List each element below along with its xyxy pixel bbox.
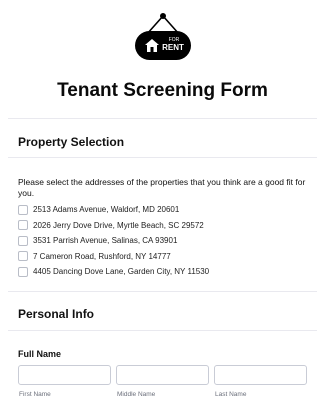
property-question: Please select the addresses of the prope… xyxy=(18,177,306,198)
property-option-label: 4405 Dancing Dove Lane, Garden City, NY … xyxy=(33,267,210,277)
property-option[interactable]: 3531 Parrish Avenue, Salinas, CA 93901 xyxy=(18,233,313,249)
divider xyxy=(8,157,317,158)
first-name-sublabel: First Name xyxy=(19,391,51,398)
divider xyxy=(8,291,317,292)
personal-section-title: Personal Info xyxy=(18,307,95,321)
last-name-sublabel: Last Name xyxy=(215,391,247,398)
property-section-title: Property Selection xyxy=(18,135,125,149)
form-title: Tenant Screening Form xyxy=(57,80,268,101)
divider xyxy=(8,118,317,119)
property-option[interactable]: 2513 Adams Avenue, Waldorf, MD 20601 xyxy=(18,202,313,218)
property-option[interactable]: 4405 Dancing Dove Lane, Garden City, NY … xyxy=(18,264,313,280)
property-option-label: 7 Cameron Road, Rushford, NY 14777 xyxy=(33,251,171,261)
property-option[interactable]: 2026 Jerry Dove Drive, Myrtle Beach, SC … xyxy=(18,218,313,234)
checkbox[interactable] xyxy=(18,220,28,231)
first-name-input[interactable] xyxy=(18,365,111,385)
checkbox[interactable] xyxy=(18,266,28,277)
last-name-input[interactable] xyxy=(214,365,307,385)
property-option-label: 2026 Jerry Dove Drive, Myrtle Beach, SC … xyxy=(33,220,204,230)
property-option-label: 3531 Parrish Avenue, Salinas, CA 93901 xyxy=(33,236,178,246)
sign-big-text: RENT xyxy=(162,43,184,52)
property-option-label: 2513 Adams Avenue, Waldorf, MD 20601 xyxy=(33,205,180,215)
form-card: FOR RENT Tenant Screening Form Property … xyxy=(0,0,325,400)
divider xyxy=(8,330,317,331)
middle-name-input[interactable] xyxy=(116,365,209,385)
property-options: 2513 Adams Avenue, Waldorf, MD 20601 202… xyxy=(18,202,313,280)
property-option[interactable]: 7 Cameron Road, Rushford, NY 14777 xyxy=(18,249,313,265)
full-name-label: Full Name xyxy=(18,349,62,359)
for-rent-sign-icon: FOR RENT xyxy=(135,13,191,60)
checkbox[interactable] xyxy=(18,235,28,246)
middle-name-sublabel: Middle Name xyxy=(117,391,156,398)
checkbox[interactable] xyxy=(18,204,28,215)
checkbox[interactable] xyxy=(18,251,28,262)
